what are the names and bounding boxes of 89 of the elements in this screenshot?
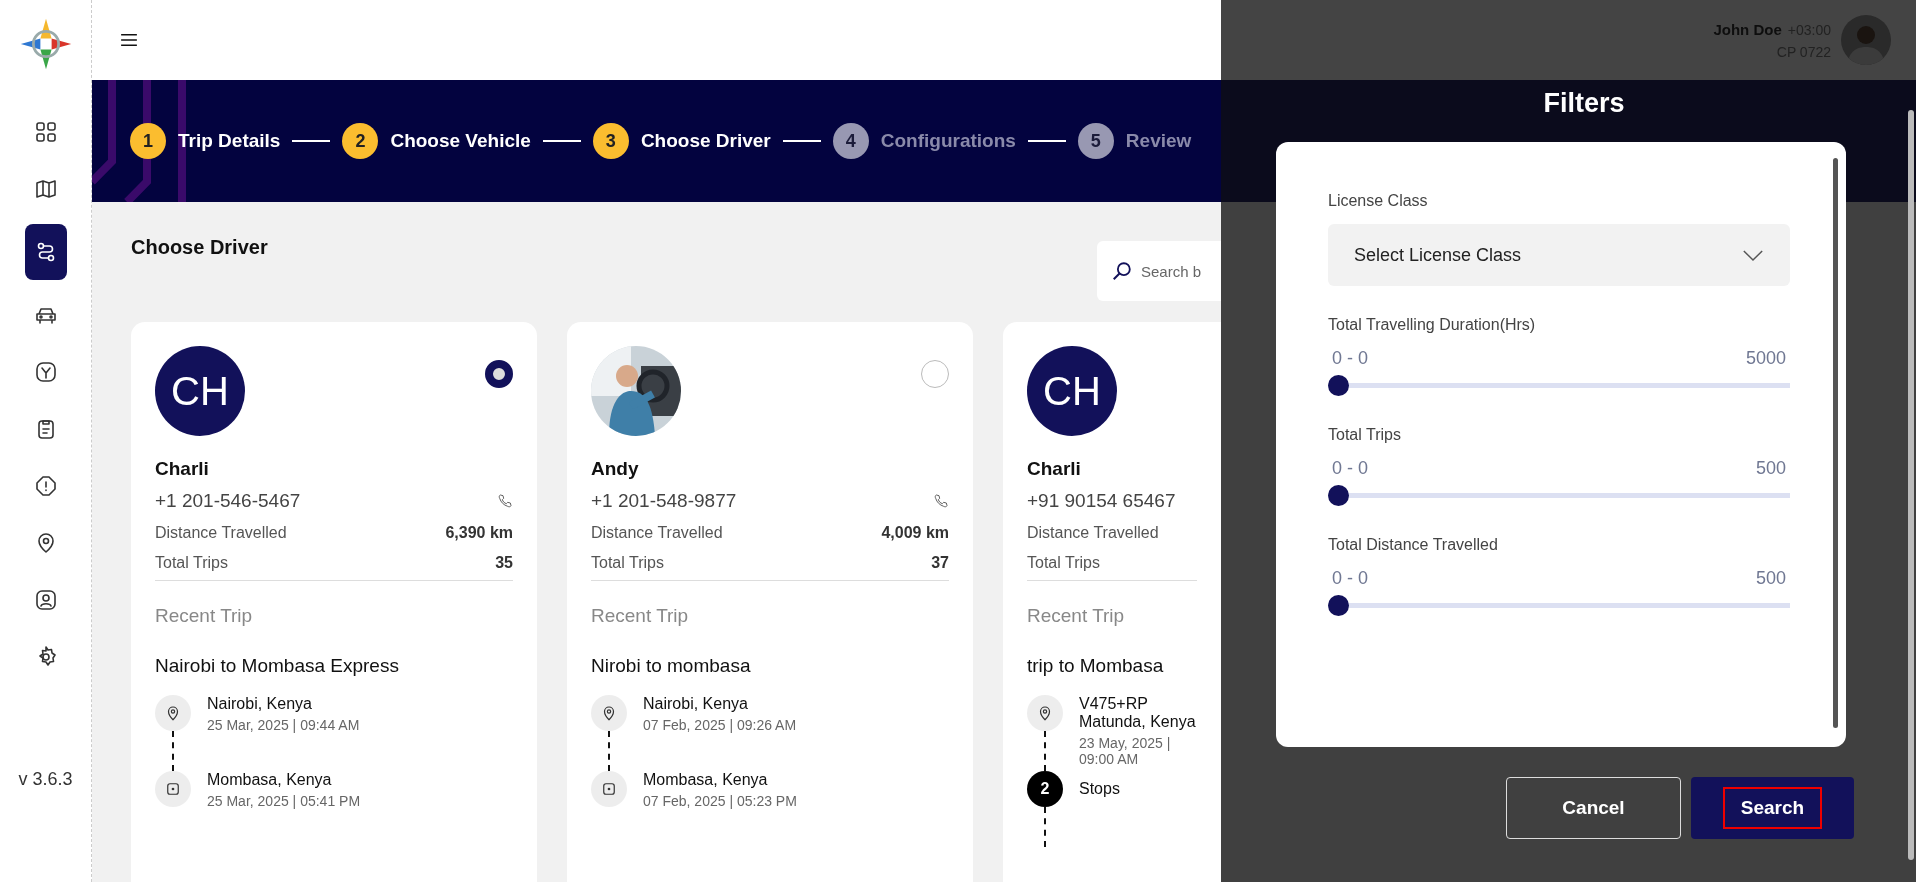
version-label: v 3.6.3 — [18, 769, 73, 790]
field-label: Total Travelling Duration(Hrs) — [1328, 316, 1537, 334]
slider-thumb[interactable] — [1328, 485, 1349, 506]
phone-number: +1 201-548-9877 — [591, 490, 737, 512]
grid-icon — [33, 120, 58, 144]
stat-value: 35 — [495, 554, 513, 572]
driver-card[interactable]: CH Charli +1 201-546-5467 Distance Travelled 6,390 km Total Trips 35 Recent Trip Nairobi to Mombasa Express Nairobi, Kenya 25 Mar, 2025 | 09:44 AM Mombasa, Kenya 25 Mar, 2025 | 05:41 PM — [131, 322, 537, 882]
driver-initials: CH — [155, 346, 245, 436]
page-title: Choose Driver — [131, 235, 268, 259]
stop-time: 23 May, 2025 | 09:00 AM — [1079, 735, 1172, 767]
field-label: License Class — [1328, 192, 1429, 210]
stat-value: 37 — [931, 554, 949, 572]
target-icon — [591, 771, 627, 807]
stop-time: 07 Feb, 2025 | 05:23 PM — [643, 793, 797, 809]
section-label: Recent Trip — [155, 605, 254, 627]
step-label: Trip Details — [178, 130, 281, 152]
step-number: 2 — [342, 123, 379, 159]
menu-icon — [120, 33, 138, 47]
pin-icon — [155, 695, 191, 731]
phone-icon[interactable] — [497, 493, 513, 509]
chevron-down-icon — [1742, 248, 1764, 262]
stop-place: V475+RP Matunda, Kenya — [1079, 695, 1197, 731]
section-label: Recent Trip — [1027, 605, 1126, 627]
map-icon — [33, 177, 58, 201]
step-label: Choose Vehicle — [390, 130, 531, 152]
range-value: 0 - 0 — [1332, 568, 1369, 589]
range-value: 0 - 0 — [1332, 458, 1369, 479]
stat-label: Distance Travelled — [591, 524, 723, 542]
field-label: Total Trips — [1328, 426, 1402, 444]
pin-icon — [1027, 695, 1063, 731]
range-max: 5000 — [1745, 348, 1786, 369]
driver-name: Charli — [1027, 458, 1082, 480]
fork-icon — [33, 360, 58, 384]
trip-name: Nirobi to mombasa — [591, 655, 752, 677]
cancel-button[interactable]: Cancel — [1506, 777, 1681, 839]
slider-thumb[interactable] — [1328, 595, 1349, 616]
phone-icon[interactable] — [933, 493, 949, 509]
stat-label: Total Trips — [1027, 554, 1100, 572]
alert-icon — [33, 474, 58, 498]
section-label: Recent Trip — [591, 605, 690, 627]
stop-count: 2 — [1027, 771, 1063, 807]
step-number: 5 — [1077, 123, 1114, 159]
range-max: 500 — [1755, 568, 1786, 589]
range-value: 0 - 0 — [1332, 348, 1369, 369]
target-icon — [155, 771, 191, 807]
stop-label: Stops — [1079, 780, 1120, 798]
scrollbar[interactable] — [1833, 158, 1838, 728]
pin-icon — [591, 695, 627, 731]
scrollbar[interactable] — [1908, 110, 1914, 860]
phone-number: +1 201-546-5467 — [155, 490, 301, 512]
step-number: 4 — [832, 123, 869, 159]
search-bar[interactable]: Search b — [1097, 241, 1221, 301]
license-class-dropdown[interactable]: Select License Class — [1328, 224, 1790, 286]
stat-label: Total Trips — [591, 554, 664, 572]
trip-name: trip to Mombasa — [1027, 655, 1165, 677]
radio-button[interactable] — [485, 360, 513, 388]
search-field[interactable]: Search b — [1141, 262, 1211, 280]
trip-name: Nairobi to Mombasa Express — [155, 655, 400, 677]
stop-place: Mombasa, Kenya — [643, 771, 769, 789]
nav-button[interactable] — [24, 224, 67, 280]
step-label: Choose Driver — [640, 130, 771, 152]
step-label: Configurations — [880, 130, 1016, 152]
stat-label: Distance Travelled — [1027, 524, 1159, 542]
stop-time: 07 Feb, 2025 | 09:26 AM — [643, 717, 797, 733]
stop-time: 25 Mar, 2025 | 05:41 PM — [207, 793, 361, 809]
search-icon — [1111, 260, 1133, 282]
driver-initials: CH — [1027, 346, 1117, 436]
step-label: Review — [1125, 130, 1192, 152]
drawer-title: Filters — [1543, 88, 1625, 120]
stop-place: Nairobi, Kenya — [207, 695, 313, 713]
search-button[interactable]: Search — [1691, 777, 1854, 839]
step-number: 1 — [130, 123, 166, 159]
driver-name: Charli — [155, 458, 210, 480]
field-label: Total Distance Travelled — [1328, 536, 1499, 554]
range-max: 500 — [1755, 458, 1786, 479]
step-number: 3 — [592, 123, 629, 159]
driver-name: Andy — [591, 458, 640, 480]
stat-label: Distance Travelled — [155, 524, 287, 542]
stat-value: 6,390 km — [445, 524, 513, 542]
phone-number: +91 90154 65467 — [1027, 490, 1176, 512]
stat-label: Total Trips — [155, 554, 228, 572]
user-icon — [33, 588, 58, 612]
slider-thumb[interactable] — [1328, 375, 1349, 396]
stop-place: Mombasa, Kenya — [207, 771, 333, 789]
driver-card[interactable]: Andy +1 201-548-9877 Distance Travelled 4,009 km Total Trips 37 Recent Trip Nirobi to mombasa Nairobi, Kenya 07 Feb, 2025 | 09:26 AM Mombasa, Kenya 07 Feb, 2025 | 05:23 PM — [567, 322, 973, 882]
driver-card[interactable]: CH Charli +91 90154 65467 Distance Travelled Total Trips Recent Trip trip to Mombasa V475+RP Matunda, Kenya 23 May, 2025 | 09:00 AM 2 Stops — [1003, 322, 1221, 882]
stop-place: Nairobi, Kenya — [643, 695, 749, 713]
stat-value: 4,009 km — [881, 524, 949, 542]
stop-time: 25 Mar, 2025 | 09:44 AM — [207, 717, 360, 733]
